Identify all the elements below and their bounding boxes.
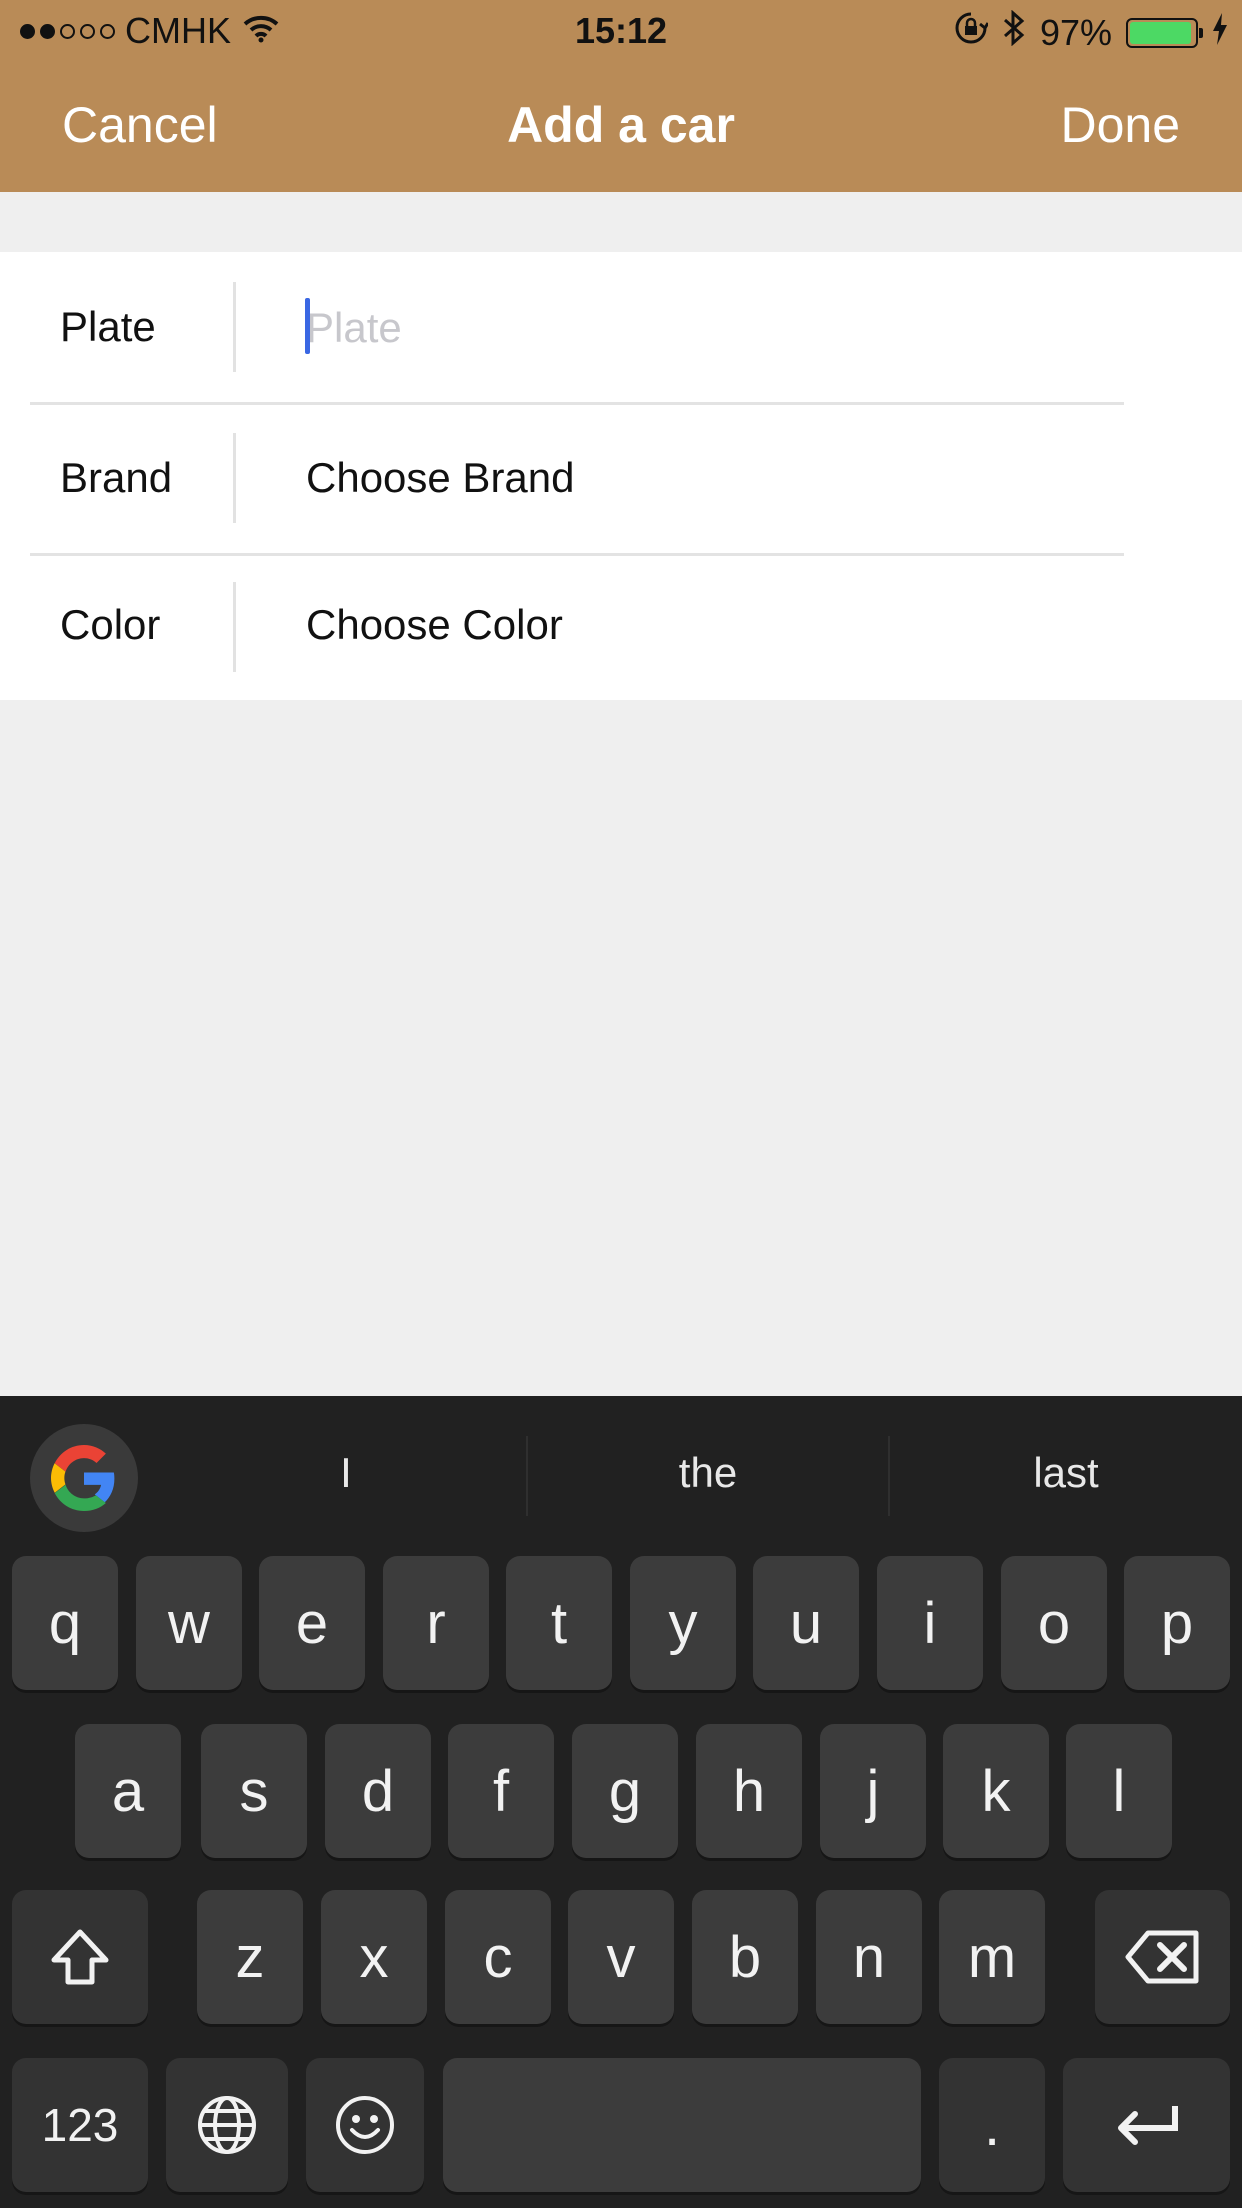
key-i[interactable]: i: [877, 1556, 983, 1690]
key-b[interactable]: b: [692, 1890, 798, 2024]
shift-icon: [51, 1929, 109, 1985]
key-v[interactable]: v: [568, 1890, 674, 2024]
row-divider: [233, 282, 236, 372]
battery-icon: [1126, 17, 1203, 48]
key-f[interactable]: f: [448, 1724, 554, 1858]
charging-icon: [1212, 12, 1228, 54]
key-m[interactable]: m: [939, 1890, 1045, 2024]
plate-row[interactable]: Plate: [0, 252, 1242, 402]
emoji-key[interactable]: [306, 2058, 424, 2192]
car-form: Plate Brand Choose Brand Color Choose Co…: [0, 252, 1242, 700]
color-label: Color: [60, 601, 161, 648]
key-e[interactable]: e: [259, 1556, 365, 1690]
status-bar: CMHK 15:12 97%: [0, 0, 1242, 64]
key-o[interactable]: o: [1001, 1556, 1107, 1690]
key-p[interactable]: p: [1124, 1556, 1230, 1690]
color-picker[interactable]: Choose Color: [306, 601, 563, 649]
suggestion-1[interactable]: I: [170, 1436, 522, 1510]
key-q[interactable]: q: [12, 1556, 118, 1690]
row-divider: [233, 433, 236, 523]
return-icon: [1117, 2106, 1178, 2145]
key-y[interactable]: y: [630, 1556, 736, 1690]
brand-picker[interactable]: Choose Brand: [306, 454, 575, 502]
key-t[interactable]: t: [506, 1556, 612, 1690]
key-r[interactable]: r: [383, 1556, 489, 1690]
brand-label: Brand: [60, 454, 173, 501]
text-caret: [305, 298, 310, 354]
key-c[interactable]: c: [445, 1890, 551, 2024]
suggestion-bar: I the last: [0, 1396, 1242, 1556]
key-u[interactable]: u: [753, 1556, 859, 1690]
google-search-button[interactable]: [30, 1424, 138, 1532]
key-g[interactable]: g: [572, 1724, 678, 1858]
emoji-icon: [336, 2096, 394, 2154]
nav-bar: Cancel Add a car Done: [0, 64, 1242, 192]
key-k[interactable]: k: [943, 1724, 1049, 1858]
row-divider: [233, 582, 236, 672]
backspace-icon: [1125, 1930, 1198, 1984]
backspace-key[interactable]: [1095, 1890, 1230, 2024]
page-title: Add a car: [507, 97, 735, 153]
space-key[interactable]: [443, 2058, 921, 2192]
key-s[interactable]: s: [201, 1724, 307, 1858]
key-h[interactable]: h: [696, 1724, 802, 1858]
bluetooth-icon: [1002, 9, 1026, 55]
suggestion-2[interactable]: the: [530, 1436, 886, 1510]
brand-row[interactable]: Brand Choose Brand: [0, 403, 1242, 553]
plate-label: Plate: [60, 303, 156, 350]
google-icon: [51, 1445, 115, 1511]
period-key[interactable]: .: [939, 2058, 1045, 2192]
key-n[interactable]: n: [816, 1890, 922, 2024]
suggestion-separator: [526, 1436, 528, 1516]
key-l[interactable]: l: [1066, 1724, 1172, 1858]
shift-key[interactable]: [12, 1890, 148, 2024]
header: CMHK 15:12 97% Cancel Add a car Done: [0, 0, 1242, 192]
suggestion-3[interactable]: last: [890, 1436, 1242, 1510]
key-d[interactable]: d: [325, 1724, 431, 1858]
orientation-lock-icon: [954, 11, 990, 54]
numbers-key[interactable]: 123: [12, 2058, 148, 2192]
globe-icon: [198, 2096, 256, 2154]
return-key[interactable]: [1063, 2058, 1230, 2192]
plate-input[interactable]: [306, 292, 1086, 364]
key-w[interactable]: w: [136, 1556, 242, 1690]
keyboard: I the last q w e r t y u i o p a s d f g…: [0, 1396, 1242, 2208]
key-x[interactable]: x: [321, 1890, 427, 2024]
done-button[interactable]: Done: [1060, 96, 1180, 154]
key-z[interactable]: z: [197, 1890, 303, 2024]
battery-percent: 97%: [1039, 11, 1112, 53]
key-j[interactable]: j: [820, 1724, 926, 1858]
color-row[interactable]: Color Choose Color: [0, 550, 1242, 700]
globe-key[interactable]: [166, 2058, 288, 2192]
status-right: 97%: [954, 9, 1228, 55]
key-a[interactable]: a: [75, 1724, 181, 1858]
